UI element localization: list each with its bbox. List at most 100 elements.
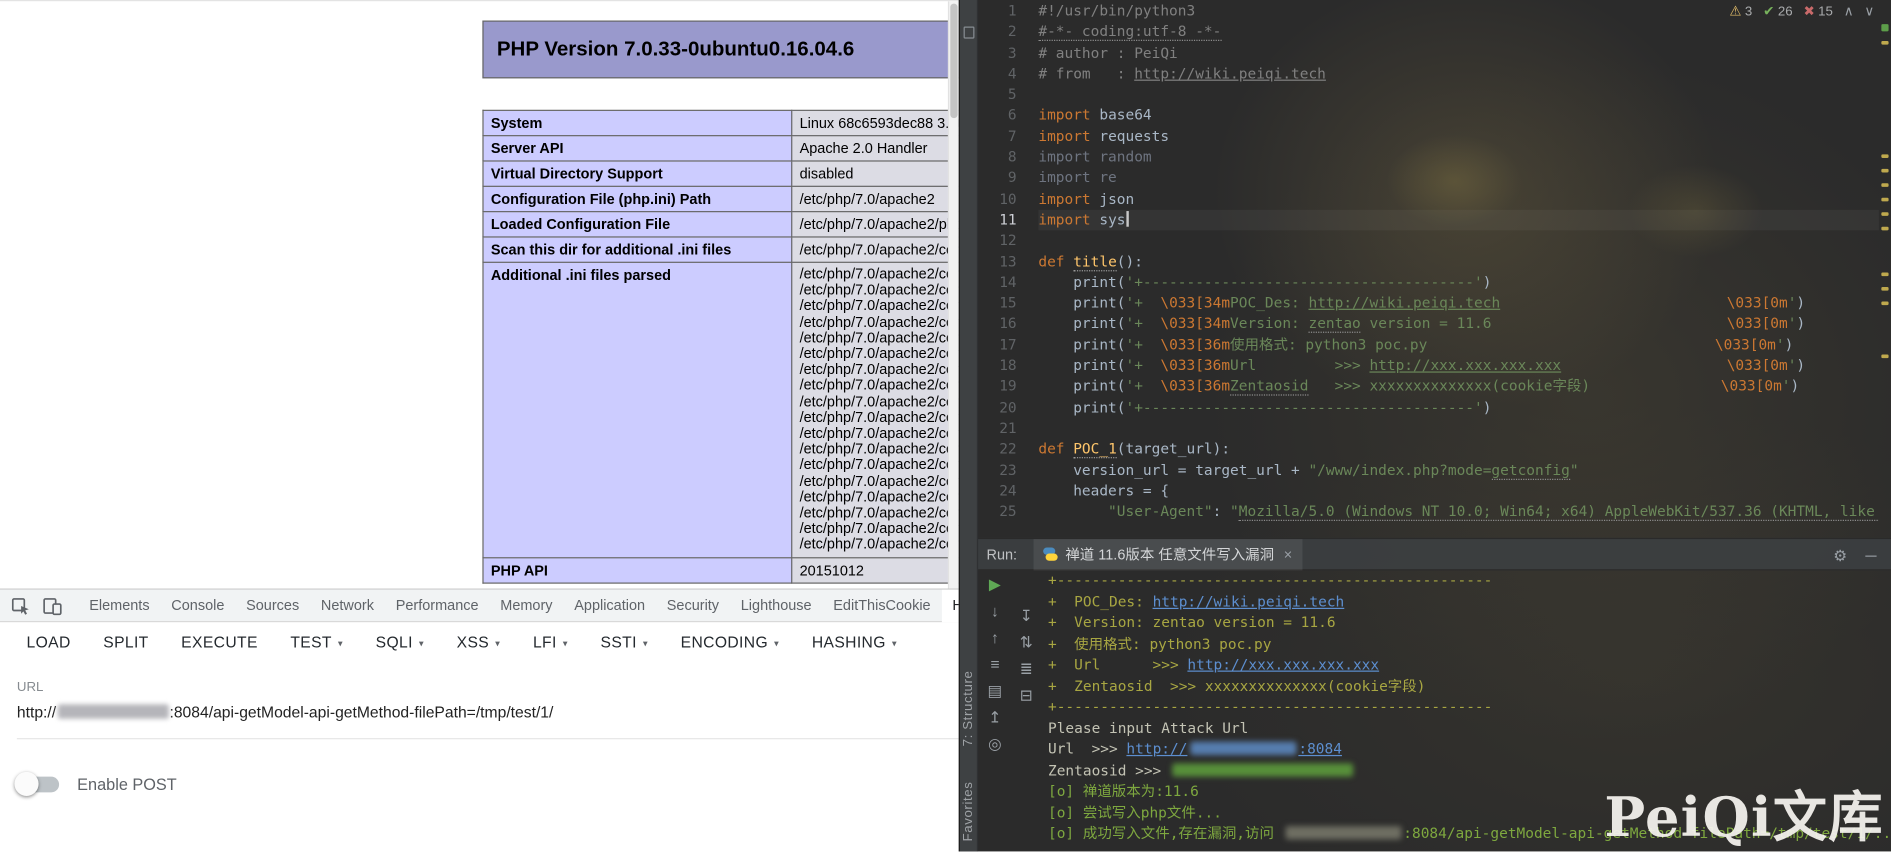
hackbar-button-lfi[interactable]: LFI▾ [533, 633, 568, 651]
hackbar-button-test[interactable]: TEST▾ [290, 633, 343, 651]
show-previous-button[interactable]: ↥ [980, 708, 1009, 727]
pin-tab-button[interactable]: ▤ [980, 681, 1009, 700]
hackbar-button-encoding[interactable]: ENCODING▾ [681, 633, 780, 651]
prev-problem-button[interactable]: ∧ [1844, 4, 1854, 20]
line-number[interactable]: 17 [978, 335, 1017, 356]
line-number[interactable]: 22 [978, 439, 1017, 460]
devtools-tab-network[interactable]: Network [310, 589, 385, 622]
line-number[interactable]: 18 [978, 356, 1017, 377]
code-line: def title(): [1038, 252, 1879, 273]
browser-scrollbar[interactable] [948, 1, 959, 588]
hackbar-button-split[interactable]: SPLIT [103, 633, 148, 651]
line-number[interactable]: 1 [978, 1, 1017, 22]
toggle-knob[interactable] [14, 772, 38, 796]
devtools-tab-console[interactable]: Console [160, 589, 235, 622]
down-stack-button[interactable]: ↓ [980, 602, 1009, 621]
line-number[interactable]: 24 [978, 481, 1017, 502]
devtools-tab-hackbar[interactable]: HackBar [941, 589, 958, 622]
line-number[interactable]: 23 [978, 460, 1017, 481]
devtools-tab-editthiscookie[interactable]: EditThisCookie [822, 589, 941, 622]
line-number[interactable]: 6 [978, 106, 1017, 127]
devtools-tab-elements[interactable]: Elements [78, 589, 160, 622]
device-toolbar-icon[interactable] [42, 595, 63, 616]
hackbar-button-load[interactable]: LOAD [27, 633, 71, 651]
run-tab[interactable]: 禅道 11.6版本 任意文件写入漏洞 × [1034, 538, 1302, 569]
line-number[interactable]: 15 [978, 293, 1017, 314]
devtools-tab-performance[interactable]: Performance [385, 589, 490, 622]
help-button[interactable]: ◎ [980, 734, 1009, 753]
minimize-icon[interactable]: ─ [1865, 546, 1876, 564]
line-number[interactable]: 4 [978, 64, 1017, 85]
tool-window-icon[interactable] [964, 27, 975, 39]
console-line: + 使用格式: python3 poc.py [1048, 634, 1891, 655]
hackbar-button-xss[interactable]: XSS▾ [457, 633, 501, 651]
browser-scrollbar-thumb[interactable] [950, 4, 957, 119]
console-link[interactable]: :8084 [1298, 740, 1342, 757]
line-number[interactable]: 3 [978, 43, 1017, 64]
line-number[interactable]: 9 [978, 168, 1017, 189]
stripe-button-favorites[interactable]: Favorites [961, 781, 975, 841]
redacted-text [1172, 763, 1353, 776]
line-number[interactable]: 25 [978, 502, 1017, 523]
console-line: + POC_Des: http://wiki.peiqi.tech [1048, 592, 1891, 613]
console-link[interactable]: http://wiki.peiqi.tech [1153, 593, 1345, 610]
up-stack-button[interactable]: ↑ [980, 628, 1009, 647]
restore-layout-button[interactable]: ≡ [980, 655, 1009, 674]
editor-code[interactable]: #!/usr/bin/python3#-*- coding:utf-8 -*-#… [1038, 1, 1879, 522]
devtools-tab-sources[interactable]: Sources [235, 589, 310, 622]
clear-console-button[interactable]: ⊟ [1013, 686, 1040, 705]
console-link[interactable]: http:// [1126, 740, 1187, 757]
hackbar-button-execute[interactable]: EXECUTE [181, 633, 258, 651]
phpinfo-row: Virtual Directory Supportdisabled [483, 161, 959, 186]
code-line: version_url = target_url + "/www/index.p… [1038, 460, 1879, 481]
chevron-down-icon: ▾ [338, 637, 343, 648]
url-input[interactable]: http://:8084/api-getModel-api-getMethod-… [17, 703, 959, 721]
enable-post-toggle[interactable] [14, 772, 62, 796]
phpinfo-row: Additional .ini files parsed/etc/php/7.0… [483, 262, 959, 557]
line-number[interactable]: 14 [978, 272, 1017, 293]
settings-gear-icon[interactable]: ⚙ [1833, 546, 1847, 565]
warning-mark [1881, 41, 1888, 44]
hackbar-button-sqli[interactable]: SQLI▾ [376, 633, 424, 651]
errors-badge[interactable]: ✖15 [1803, 4, 1833, 20]
ini-file-path: /etc/php/7.0/apache2/conf.d/ [800, 537, 959, 553]
next-problem-button[interactable]: ∨ [1864, 4, 1874, 20]
devtools-tabs: ElementsConsoleSourcesNetworkPerformance… [78, 589, 958, 622]
close-icon[interactable]: × [1284, 546, 1292, 563]
phpinfo-row: Scan this dir for additional .ini files/… [483, 237, 959, 262]
scroll-to-end-button[interactable]: ↧ [1013, 607, 1040, 626]
code-line: # from : http://wiki.peiqi.tech [1038, 64, 1879, 85]
error-stripe[interactable] [1880, 0, 1890, 538]
line-number[interactable]: 11 [978, 210, 1017, 231]
line-number[interactable]: 16 [978, 314, 1017, 335]
line-number[interactable]: 21 [978, 418, 1017, 439]
line-number[interactable]: 8 [978, 147, 1017, 168]
checks-badge[interactable]: ✔26 [1763, 4, 1793, 20]
hackbar-button-hashing[interactable]: HASHING▾ [812, 633, 897, 651]
rerun-button[interactable]: ▶ [980, 575, 1009, 594]
redacted-host [57, 704, 168, 718]
devtools-tab-security[interactable]: Security [656, 589, 730, 622]
line-number[interactable]: 10 [978, 189, 1017, 210]
line-number[interactable]: 7 [978, 126, 1017, 147]
line-number[interactable]: 5 [978, 85, 1017, 106]
line-number[interactable]: 19 [978, 377, 1017, 398]
line-number[interactable]: 2 [978, 22, 1017, 43]
editor-gutter[interactable]: 1234567891011121314151617181920212223242… [978, 1, 1024, 522]
inspect-icon[interactable] [11, 595, 32, 616]
line-number[interactable]: 13 [978, 252, 1017, 273]
line-number[interactable]: 20 [978, 398, 1017, 419]
phpinfo-row-label: Loaded Configuration File [483, 212, 792, 237]
code-editor[interactable]: 1234567891011121314151617181920212223242… [978, 0, 1891, 538]
console-link[interactable]: http://xxx.xxx.xxx.xxx [1187, 656, 1379, 673]
chevron-down-icon: ▾ [495, 637, 500, 648]
warnings-badge[interactable]: ⚠3 [1729, 4, 1752, 20]
line-number[interactable]: 12 [978, 231, 1017, 252]
devtools-tab-lighthouse[interactable]: Lighthouse [730, 589, 823, 622]
lines-button[interactable]: ≣ [1013, 660, 1040, 679]
stripe-button-7-structure[interactable]: 7: Structure [961, 671, 975, 747]
devtools-tab-application[interactable]: Application [563, 589, 656, 622]
devtools-tab-memory[interactable]: Memory [489, 589, 563, 622]
hackbar-button-ssti[interactable]: SSTI▾ [601, 633, 649, 651]
soft-wrap-button[interactable]: ⇅ [1013, 633, 1040, 652]
